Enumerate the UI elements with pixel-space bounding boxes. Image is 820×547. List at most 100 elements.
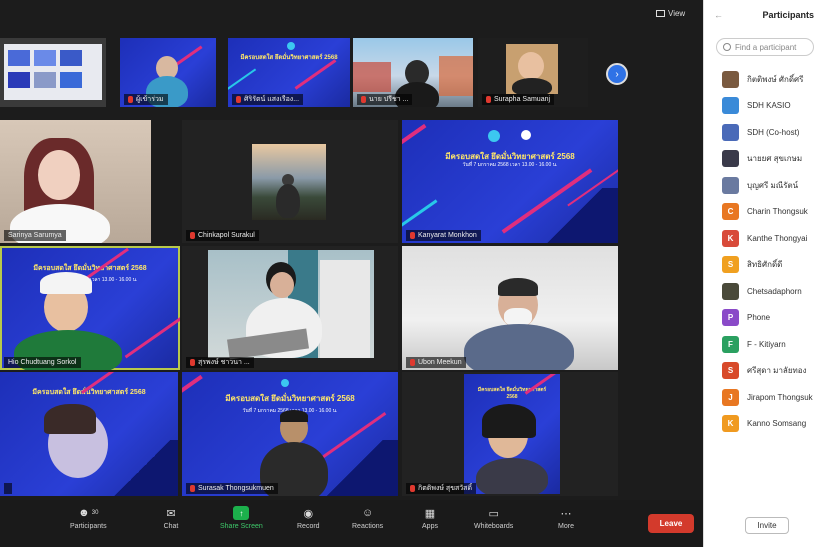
participant-name-tag: Hio Chudtuang Sorkol xyxy=(4,357,81,368)
participant-row[interactable]: K Kanno Somsang xyxy=(704,411,820,438)
participant-face xyxy=(38,150,80,200)
next-page-arrow-icon[interactable]: › xyxy=(606,63,628,85)
collapse-icon[interactable]: ← xyxy=(714,10,723,20)
participant-name: F - Kitiyarn xyxy=(747,339,786,349)
participant-name-tag xyxy=(4,483,12,494)
reactions-button[interactable]: ☺ Reactions xyxy=(352,506,383,530)
participant-name: กิตติพงษ์ ศักดิ์ศรี xyxy=(747,74,804,84)
participant-name-tag: กิตติพงษ์ สุขสวัสดิ์ xyxy=(406,483,477,494)
participant-video: มีครอบสดใส ยึดมั่นวิทยาศาสตร์ 2568 xyxy=(464,374,560,494)
record-icon: ◉ xyxy=(303,507,314,520)
shared-screen-thumbnail xyxy=(4,44,102,100)
share-screen-icon: ↑ xyxy=(233,506,250,520)
leave-button[interactable]: Leave xyxy=(648,514,694,533)
more-button[interactable]: ⋯ More xyxy=(558,506,574,531)
video-tile[interactable]: Ubon Meekun xyxy=(402,246,618,370)
avatar xyxy=(722,282,739,300)
more-dots-icon: ⋯ xyxy=(560,507,572,520)
share-screen-button[interactable]: ↑ Share Screen xyxy=(220,506,263,530)
cap-icon xyxy=(40,272,92,294)
grid-view-icon xyxy=(656,9,665,17)
participant-name: Kanno Somsang xyxy=(747,419,807,429)
participant-name-tag: Ubon Meekun xyxy=(406,357,466,368)
participant-row[interactable]: S ศรีสุดา มาลัยทอง xyxy=(704,358,820,385)
participant-list: กิตติพงษ์ ศักดิ์ศรี SDH KASIO SDH (Co-host… xyxy=(704,66,820,437)
view-button[interactable]: View xyxy=(656,6,694,20)
video-tile[interactable]: นาย ปรีชา ... xyxy=(353,38,473,107)
participant-name-tag: Sarinya Sarumya xyxy=(4,230,66,241)
avatar: K xyxy=(722,229,739,247)
participant-row[interactable]: C Charin Thongsuk xyxy=(704,199,820,226)
video-tile[interactable]: Surapha Samuanj xyxy=(478,38,588,107)
participant-row[interactable]: บุญศรี มณีรัตน์ xyxy=(704,172,820,199)
participants-icon: ☻ 30 xyxy=(78,507,99,519)
participant-row[interactable]: P Phone xyxy=(704,305,820,332)
video-tile[interactable]: มีครอบสดใส ยึดมั่นวิทยาศาสตร์ 2568 วันที… xyxy=(182,372,398,496)
participant-name: บุญศรี มณีรัตน์ xyxy=(747,180,799,190)
participant-row[interactable]: S สิทธิศักดิ์ดี xyxy=(704,252,820,279)
participant-row[interactable]: F F - Kitiyarn xyxy=(704,331,820,358)
video-tile[interactable]: มีครอบสดใส ยึดมั่นวิทยาศาสตร์ 2568 กิตติ… xyxy=(402,372,618,496)
participants-button[interactable]: ☻ 30 Participants xyxy=(70,506,107,530)
muted-mic-icon xyxy=(410,485,415,492)
video-tile[interactable] xyxy=(0,38,106,107)
participant-name-tag: Kanyarat Monkhon xyxy=(406,230,481,241)
chat-icon: ✉ xyxy=(166,507,176,520)
participant-name: Charin Thongsuk xyxy=(747,207,808,217)
zoom-meeting-window: View ผู้เข้าร่วม มีครอบสดใส ยึดมั่นวิทยา… xyxy=(0,0,820,547)
record-button[interactable]: ◉ Record xyxy=(297,506,320,531)
participant-row[interactable]: Chetsadaphorn xyxy=(704,278,820,305)
participant-row[interactable]: SDH (Co-host) xyxy=(704,119,820,146)
search-input[interactable]: Find a participant xyxy=(735,43,796,52)
participant-name: Jirapom Thongsuk xyxy=(747,392,813,402)
slide-subtitle: วันที่ 7 มกราคม 2568 เวลา 13.00 - 16.00 … xyxy=(462,161,558,168)
muted-mic-icon xyxy=(361,96,366,103)
view-label: View xyxy=(668,8,686,18)
muted-mic-icon xyxy=(410,232,415,239)
apps-button[interactable]: ▦ Apps xyxy=(422,506,438,531)
participant-name: Chetsadaphorn xyxy=(747,286,802,296)
avatar xyxy=(722,150,739,168)
participant-name: SDH (Co-host) xyxy=(747,127,800,137)
participant-name: SDH KASIO xyxy=(747,101,791,111)
avatar xyxy=(722,70,739,88)
chat-button[interactable]: ✉ Chat xyxy=(163,506,179,531)
avatar: P xyxy=(722,309,739,327)
video-tile[interactable]: มีครอบสดใส ยึดมั่นวิทยาศาสตร์ 2568 วันที… xyxy=(402,120,618,243)
participant-name: Kanthe Thongyai xyxy=(747,233,808,243)
avatar: J xyxy=(722,388,739,406)
participant-row[interactable]: นายยศ สุขเกษม xyxy=(704,146,820,173)
participant-video xyxy=(208,250,374,360)
participant-name-tag: Chinkapol Surakul xyxy=(186,230,259,241)
muted-mic-icon xyxy=(486,96,491,103)
video-tile[interactable]: ผู้เข้าร่วม xyxy=(120,38,216,107)
video-tile-active-speaker[interactable]: มีครอบสดใส ยึดมั่นวิทยาศาสตร์ 2568 วันที… xyxy=(0,246,180,370)
participant-row[interactable]: J Jirapom Thongsuk xyxy=(704,384,820,411)
video-gallery: View ผู้เข้าร่วม มีครอบสดใส ยึดมั่นวิทยา… xyxy=(0,0,703,547)
avatar xyxy=(722,97,739,115)
slide-title: มีครอบสดใส ยึดมั่นวิทยาศาสตร์ 2568 xyxy=(225,393,355,403)
invite-button[interactable]: Invite xyxy=(745,517,789,534)
participant-row[interactable]: กิตติพงษ์ ศักดิ์ศรี xyxy=(704,66,820,93)
avatar: S xyxy=(722,362,739,380)
video-tile[interactable]: Sarinya Sarumya xyxy=(0,120,151,243)
muted-mic-icon xyxy=(190,359,195,366)
participant-search[interactable]: Find a participant xyxy=(716,38,814,56)
reactions-icon: ☺ xyxy=(361,507,374,519)
avatar: K xyxy=(722,415,739,433)
participant-name-tag: นาย ปรีชา ... xyxy=(357,94,413,105)
whiteboards-button[interactable]: ▭ Whiteboards xyxy=(474,506,513,531)
participant-video xyxy=(506,44,558,96)
video-tile[interactable]: มีครอบสดใส ยึดมั่นวิทยาศาสตร์ 2568 ศิริร… xyxy=(228,38,350,107)
apps-icon: ▦ xyxy=(424,507,436,520)
meeting-toolbar: ☻ 30 Participants ✉ Chat ↑ Share Screen ◉… xyxy=(0,500,703,547)
participant-row[interactable]: K Kanthe Thongyai xyxy=(704,225,820,252)
video-tile[interactable]: มีครอบสดใส ยึดมั่นวิทยาศาสตร์ 2568 xyxy=(0,372,178,496)
search-icon xyxy=(723,43,731,51)
avatar: S xyxy=(722,256,739,274)
video-tile[interactable]: สุรพงษ์ ชาวนา ... xyxy=(182,246,398,370)
avatar: F xyxy=(722,335,739,353)
video-tile[interactable]: Chinkapol Surakul xyxy=(182,120,398,243)
participant-row[interactable]: SDH KASIO xyxy=(704,93,820,120)
participant-name: นายยศ สุขเกษม xyxy=(747,154,803,164)
